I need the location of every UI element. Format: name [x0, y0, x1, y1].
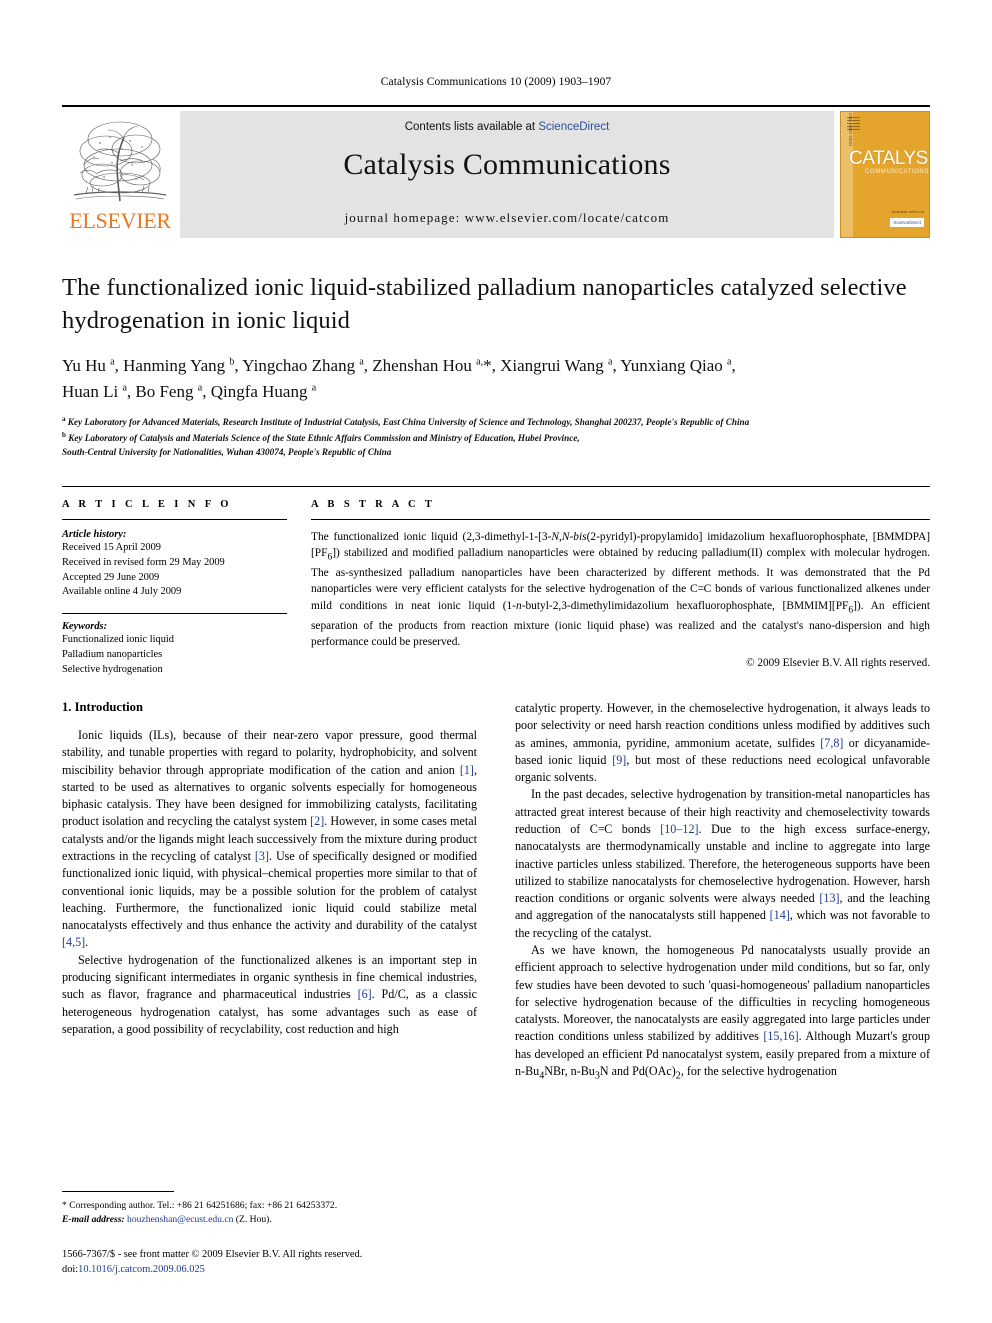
cover-side-text: ISSN 1566-7367 [848, 112, 853, 146]
citation-ref[interactable]: [9] [612, 753, 626, 767]
affiliation-a: a Key Laboratory for Advanced Materials,… [62, 415, 750, 428]
section-heading-introduction: 1. Introduction [62, 700, 143, 714]
cover-sciencedirect-badge: ScienceDirect [890, 217, 924, 227]
author-list: Yu Hu a, Hanming Yang b, Yingchao Zhang … [62, 353, 930, 404]
paragraph: In the past decades, selective hydrogena… [515, 787, 931, 940]
elsevier-tree-icon [66, 113, 174, 209]
contents-prefix: Contents lists available at [404, 121, 539, 133]
article-history-label: Article history: [62, 529, 127, 540]
journal-cover-thumbnail: ISSN 1566-7367 CATALYSIS COMMUNICATIONS … [840, 111, 930, 238]
doi-prefix: doi: [62, 1264, 79, 1276]
article-page: Catalysis Communications 10 (2009) 1903–… [0, 0, 992, 1323]
paragraph: Ionic liquids (ILs), because of their ne… [62, 728, 477, 950]
citation-ref[interactable]: [2] [310, 814, 324, 828]
article-info-heading: A R T I C L E I N F O [62, 499, 232, 510]
cover-footer-label: Available online at [891, 209, 924, 215]
citation-ref[interactable]: [4,5] [62, 935, 85, 949]
paragraph: catalytic property. However, in the chem… [515, 701, 930, 785]
paragraph: As we have known, the homogeneous Pd nan… [515, 942, 931, 1082]
abstract-text: The functionalized ionic liquid (2,3-dim… [311, 531, 930, 648]
citation-ref[interactable]: [6] [358, 987, 372, 1001]
journal-homepage[interactable]: journal homepage: www.elsevier.com/locat… [180, 210, 834, 226]
email-note: E-mail address: houzhenshan@ecust.edu.cn… [62, 1213, 477, 1227]
doi-line: doi:10.1016/j.catcom.2009.06.025 [62, 1262, 562, 1277]
article-info-column: A R T I C L E I N F O Article history: R… [62, 499, 311, 677]
footnote-rule [62, 1191, 174, 1192]
journal-header-band: Contents lists available at ScienceDirec… [180, 111, 834, 238]
corresponding-author-note: * Corresponding author. Tel.: +86 21 642… [62, 1200, 338, 1211]
citation-ref[interactable]: [10–12] [660, 822, 698, 836]
body-columns: 1. Introduction Ionic liquids (ILs), bec… [62, 700, 930, 1084]
email-suffix: (Z. Hou). [235, 1213, 272, 1225]
author-line-1: Yu Hu a, Hanming Yang b, Yingchao Zhang … [62, 356, 736, 376]
affiliation-b: b Key Laboratory of Catalysis and Materi… [62, 431, 580, 444]
abstract-column: A B S T R A C T The functionalized ionic… [311, 499, 930, 677]
citation-ref[interactable]: [15,16] [763, 1029, 798, 1043]
keywords-label: Keywords: [62, 621, 108, 633]
paragraph: Selective hydrogenation of the functiona… [62, 952, 477, 1036]
history-item: Accepted 29 June 2009 [62, 571, 160, 583]
affiliation-a-text: Key Laboratory for Advanced Materials, R… [67, 417, 750, 428]
history-item: Received in revised form 29 May 2009 [62, 556, 225, 568]
elsevier-logo: ELSEVIER [62, 111, 178, 238]
article-info-rule [62, 519, 287, 520]
email-label: E-mail address: [62, 1213, 125, 1225]
citation-ref[interactable]: [3] [255, 849, 269, 863]
info-abstract-section: A R T I C L E I N F O Article history: R… [62, 486, 930, 677]
footer-block: 1566-7367/$ - see front matter © 2009 El… [62, 1247, 562, 1277]
journal-title: Catalysis Communications [343, 148, 671, 181]
affiliation-b-2: South-Central University for Nationaliti… [62, 446, 392, 457]
cover-subtitle: COMMUNICATIONS [865, 169, 929, 175]
page-title: The functionalized ionic liquid-stabiliz… [62, 274, 907, 334]
sciencedirect-link[interactable]: ScienceDirect [538, 121, 609, 133]
doi-link[interactable]: 10.1016/j.catcom.2009.06.025 [78, 1264, 205, 1275]
citation-ref[interactable]: [14] [770, 908, 790, 922]
body-right-column: catalytic property. However, in the chem… [515, 700, 930, 1084]
history-item: Available online 4 July 2009 [62, 586, 182, 598]
citation-ref[interactable]: [7,8] [820, 736, 843, 750]
elsevier-wordmark: ELSEVIER [69, 208, 171, 233]
citation-ref[interactable]: [1] [460, 763, 474, 777]
affiliation-b-text-1: Key Laboratory of Catalysis and Material… [68, 433, 580, 444]
abstract-heading: A B S T R A C T [311, 499, 436, 510]
cover-footer-right: Available online at ScienceDirect [890, 209, 924, 227]
cover-title: CATALYSIS [849, 148, 929, 169]
keyword-item: Functionalized ionic liquid [62, 634, 174, 646]
contents-available-line: Contents lists available at ScienceDirec… [180, 121, 834, 133]
keyword-item: Palladium nanoparticles [62, 648, 163, 660]
keyword-item: Selective hydrogenation [62, 663, 163, 675]
footnote-block: * Corresponding author. Tel.: +86 21 642… [62, 1191, 477, 1226]
journal-masthead: ELSEVIER Contents lists available at Sci… [62, 105, 930, 238]
abstract-copyright: © 2009 Elsevier B.V. All rights reserved… [746, 657, 930, 670]
abstract-rule [311, 519, 930, 520]
issn-line: 1566-7367/$ - see front matter © 2009 El… [62, 1249, 363, 1260]
author-line-2: Huan Li a, Bo Feng a, Qingfa Huang a [62, 381, 317, 401]
title-block: The functionalized ionic liquid-stabiliz… [62, 272, 930, 460]
history-item: Received 15 April 2009 [62, 542, 161, 553]
body-left-column: 1. Introduction Ionic liquids (ILs), bec… [62, 700, 477, 1084]
keywords-rule [62, 613, 287, 615]
running-head: Catalysis Communications 10 (2009) 1903–… [380, 76, 612, 88]
citation-ref[interactable]: [13] [819, 891, 839, 905]
email-link[interactable]: houzhenshan@ecust.edu.cn [127, 1214, 233, 1225]
